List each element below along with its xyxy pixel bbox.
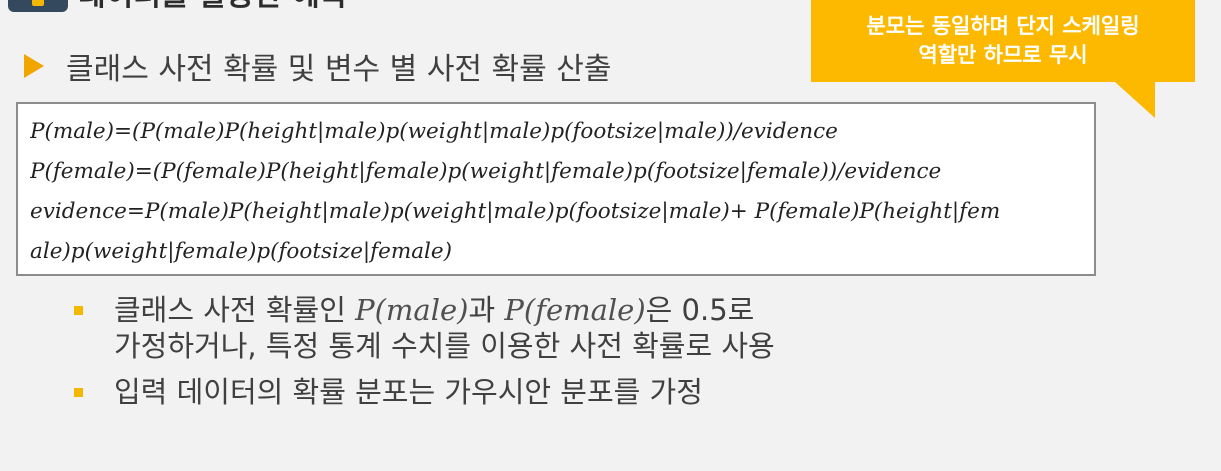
section-heading-text: 클래스 사전 확률 및 변수 별 사전 확률 산출 (66, 52, 612, 87)
formula-line-1: P(male)=(P(male)P(height|male)p(weight|m… (30, 119, 838, 144)
slide-title: 데이터를 활용한 예측 (78, 0, 347, 12)
square-bullet-icon (74, 388, 83, 397)
triangle-bullet-icon (24, 54, 44, 78)
callout-line-2: 역할만 하므로 무시 (918, 43, 1088, 67)
formula-box: P(male)=(P(male)P(height|male)p(weight|m… (16, 102, 1096, 276)
bullet-text: 클래스 사전 확률인 (114, 293, 356, 327)
bullet-list: 클래스 사전 확률인 P(male)과 P(female)은 0.5로 가정하거… (74, 292, 1194, 420)
math-p-male: P(male) (355, 293, 469, 327)
square-bullet-icon (74, 306, 83, 315)
formula-line-2: P(female)=(P(female)P(height|female)p(we… (30, 159, 942, 184)
bullet-line: 가정하거나, 특정 통계 수치를 이용한 사전 확률로 사용 (114, 329, 775, 363)
bullet-text: 과 (468, 293, 505, 327)
bullet-text: 은 0.5로 (645, 293, 755, 327)
bullet-item: 클래스 사전 확률인 P(male)과 P(female)은 0.5로 가정하거… (74, 292, 1194, 364)
title-icon (8, 0, 68, 12)
formula-line-4: ale)p(weight|female)p(footsize|female) (30, 239, 453, 264)
callout-pointer (1115, 82, 1155, 118)
bullet-line: 클래스 사전 확률인 P(male)과 P(female)은 0.5로 (114, 292, 1194, 328)
callout-line-1: 분모는 동일하며 단지 스케일링 (866, 14, 1140, 38)
math-p-female: P(female) (504, 293, 646, 327)
formula-line-3: evidence=P(male)P(height|male)p(weight|m… (30, 199, 1001, 224)
callout-note: 분모는 동일하며 단지 스케일링 역할만 하므로 무시 (811, 0, 1195, 82)
bullet-text: 입력 데이터의 확률 분포는 가우시안 분포를 가정 (114, 375, 703, 409)
section-heading: 클래스 사전 확률 및 변수 별 사전 확률 산출 (24, 44, 612, 88)
bullet-item: 입력 데이터의 확률 분포는 가우시안 분포를 가정 (74, 374, 1194, 410)
